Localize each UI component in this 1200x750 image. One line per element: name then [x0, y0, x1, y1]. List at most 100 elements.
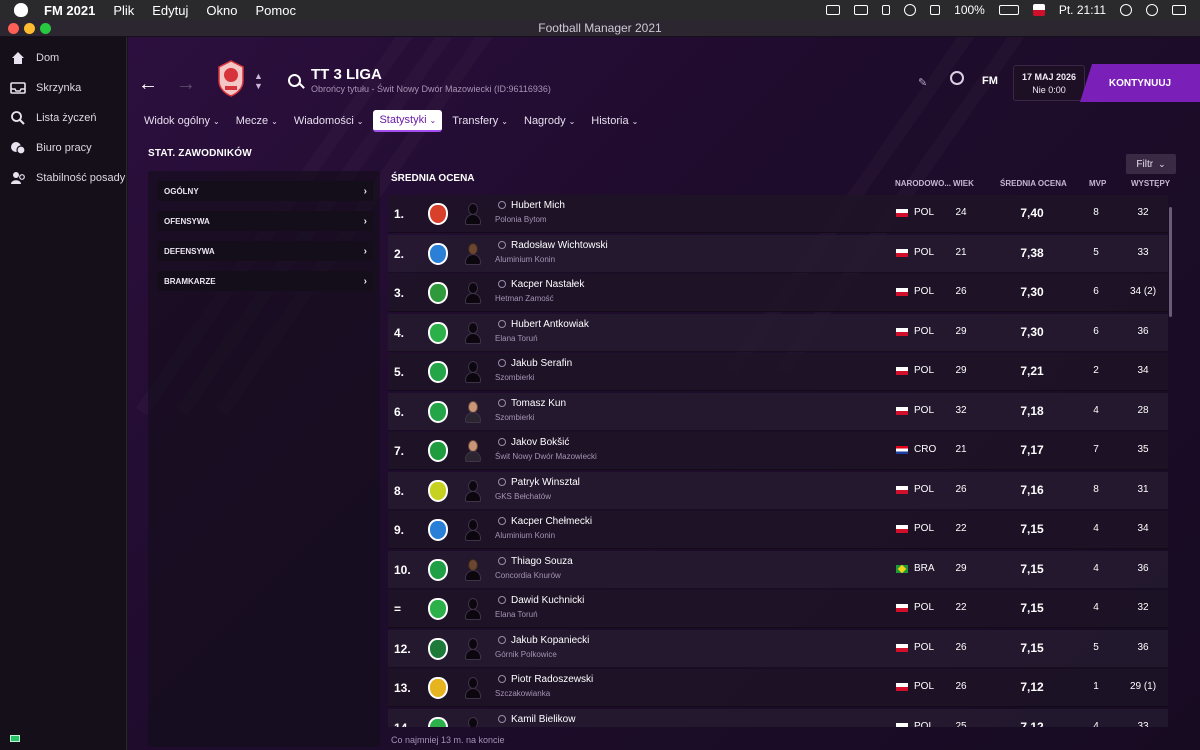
apple-icon[interactable]	[14, 3, 28, 17]
player-club[interactable]: Concordia Knurów	[495, 571, 561, 580]
close-window-icon[interactable]	[8, 23, 19, 34]
player-club[interactable]: Aluminium Konin	[495, 255, 555, 264]
league-switcher-icon[interactable]: ▲ ▼	[254, 71, 263, 91]
club-crest-icon[interactable]	[428, 203, 448, 225]
player-name[interactable]: Piotr Radoszewski	[511, 674, 593, 685]
player-club[interactable]: Szombierki	[495, 413, 535, 422]
player-nationality[interactable]: POL	[914, 602, 934, 613]
volume-icon[interactable]	[930, 5, 941, 15]
bluetooth-icon[interactable]	[882, 5, 891, 15]
player-face-icon[interactable]	[463, 281, 483, 305]
tab-news[interactable]: Wiadomości ⌄	[288, 110, 370, 132]
club-crest-icon[interactable]	[428, 321, 448, 344]
player-info-icon[interactable]	[498, 438, 506, 446]
club-crest-icon[interactable]	[428, 242, 448, 265]
continue-button[interactable]: KONTYNUUJ	[1080, 64, 1200, 102]
player-face-icon[interactable]	[463, 716, 483, 727]
player-club[interactable]: Elana Toruń	[495, 334, 538, 343]
player-info-icon[interactable]	[498, 477, 506, 486]
player-info-icon[interactable]	[498, 240, 506, 249]
fm-menu-button[interactable]: FM	[982, 75, 998, 87]
club-crest-icon[interactable]	[428, 637, 448, 660]
status-indicator-icon[interactable]	[10, 735, 20, 742]
player-nationality[interactable]: POL	[914, 642, 934, 653]
player-nationality[interactable]: POL	[914, 207, 934, 218]
player-club[interactable]: Hetman Zamość	[495, 294, 554, 303]
menu-window[interactable]: Okno	[206, 3, 237, 18]
forward-arrow-icon[interactable]: →	[176, 73, 196, 96]
player-face-icon[interactable]	[463, 439, 483, 463]
column-header-age[interactable]: WIEK	[953, 179, 974, 188]
scrollbar[interactable]	[1169, 207, 1172, 317]
menu-app-name[interactable]: FM 2021	[44, 3, 95, 18]
player-face-icon[interactable]	[463, 558, 483, 582]
club-crest-icon[interactable]	[428, 361, 448, 383]
club-crest-icon[interactable]	[428, 440, 448, 462]
filter-button[interactable]: Filtr ⌄	[1126, 154, 1176, 174]
category-attacking[interactable]: OFENSYWA ›	[157, 211, 373, 231]
sidebar-item-shortlist[interactable]: Lista życzeń	[0, 103, 126, 133]
player-club[interactable]: Świt Nowy Dwór Mazowiecki	[495, 452, 597, 461]
player-face-icon[interactable]	[463, 479, 483, 503]
back-arrow-icon[interactable]: ←	[138, 73, 158, 96]
player-name[interactable]: Radosław Wichtowski	[511, 240, 608, 251]
player-info-icon[interactable]	[498, 280, 506, 288]
sidebar-item-job-centre[interactable]: Biuro pracy	[0, 133, 126, 163]
table-row[interactable]: = Dawid Kuchnicki Elana Toruń POL 22 7,15 4 32	[388, 590, 1168, 628]
table-row[interactable]: 6. Tomasz Kun Szombierki POL 32 7,18 4 28	[388, 392, 1168, 431]
airplay-icon[interactable]	[854, 5, 869, 15]
club-crest-icon[interactable]	[428, 282, 448, 304]
table-row[interactable]: 2. Radosław Wichtowski Aluminium Konin POL 2…	[388, 234, 1168, 273]
menu-edit[interactable]: Edytuj	[152, 3, 188, 18]
player-club[interactable]: Polonia Bytom	[495, 215, 547, 224]
player-face-icon[interactable]	[463, 242, 483, 266]
player-name[interactable]: Tomasz Kun	[511, 398, 566, 409]
player-club[interactable]: Górnik Polkowice	[495, 650, 557, 659]
window-titlebar[interactable]: Football Manager 2021	[0, 20, 1200, 37]
table-row[interactable]: 7. Jakov Bokšić Świt Nowy Dwór Mazowiecki C…	[388, 432, 1168, 470]
wifi-icon[interactable]	[904, 4, 917, 16]
player-name[interactable]: Kacper Chełmecki	[511, 516, 592, 527]
menu-file[interactable]: Plik	[113, 3, 134, 18]
player-nationality[interactable]: POL	[914, 326, 934, 337]
player-info-icon[interactable]	[498, 398, 506, 407]
battery-icon[interactable]	[998, 5, 1019, 15]
player-name[interactable]: Kamil Bielikow	[511, 714, 575, 725]
player-info-icon[interactable]	[498, 675, 506, 683]
tab-stats[interactable]: Statystyki ⌄	[373, 110, 443, 132]
player-club[interactable]: Szczakowianka	[495, 689, 550, 698]
category-defending[interactable]: DEFENSYWA ›	[157, 241, 373, 261]
player-info-icon[interactable]	[498, 319, 506, 328]
player-info-icon[interactable]	[498, 556, 506, 565]
control-center-icon[interactable]	[1172, 5, 1186, 15]
player-face-icon[interactable]	[463, 400, 483, 424]
player-name[interactable]: Jakub Serafin	[511, 358, 572, 369]
player-info-icon[interactable]	[498, 714, 506, 723]
cloud-icon[interactable]	[826, 5, 841, 15]
player-nationality[interactable]: POL	[914, 405, 934, 416]
player-nationality[interactable]: POL	[914, 365, 934, 376]
table-row[interactable]: 10. Thiago Souza Concordia Knurów BRA 29 7,15…	[388, 550, 1168, 589]
minimize-window-icon[interactable]	[24, 23, 35, 34]
table-row[interactable]: 3. Kacper Nastałek Hetman Zamość POL 26 7,30 6…	[388, 274, 1168, 312]
player-info-icon[interactable]	[498, 635, 506, 644]
player-club[interactable]: Aluminium Konin	[495, 531, 555, 540]
player-name[interactable]: Jakov Bokšić	[511, 437, 569, 448]
club-crest-icon[interactable]	[428, 400, 448, 423]
club-crest-icon[interactable]	[428, 519, 448, 541]
input-language-icon[interactable]	[1032, 4, 1045, 16]
player-name[interactable]: Dawid Kuchnicki	[511, 595, 584, 606]
player-nationality[interactable]: POL	[914, 286, 934, 297]
player-info-icon[interactable]	[498, 359, 506, 367]
edit-icon[interactable]: ✎	[918, 76, 927, 89]
club-icon[interactable]	[950, 71, 964, 85]
menu-help[interactable]: Pomoc	[255, 3, 295, 18]
category-general[interactable]: OGÓLNY ›	[157, 181, 373, 201]
sidebar-item-job-security[interactable]: Stabilność posady	[0, 163, 126, 193]
clock[interactable]: Pt. 21:11	[1059, 3, 1106, 17]
sidebar-item-inbox[interactable]: Skrzynka	[0, 73, 126, 103]
player-name[interactable]: Patryk Winsztal	[511, 477, 580, 488]
club-crest-icon[interactable]	[428, 716, 448, 727]
player-info-icon[interactable]	[498, 596, 506, 604]
player-face-icon[interactable]	[463, 518, 483, 542]
